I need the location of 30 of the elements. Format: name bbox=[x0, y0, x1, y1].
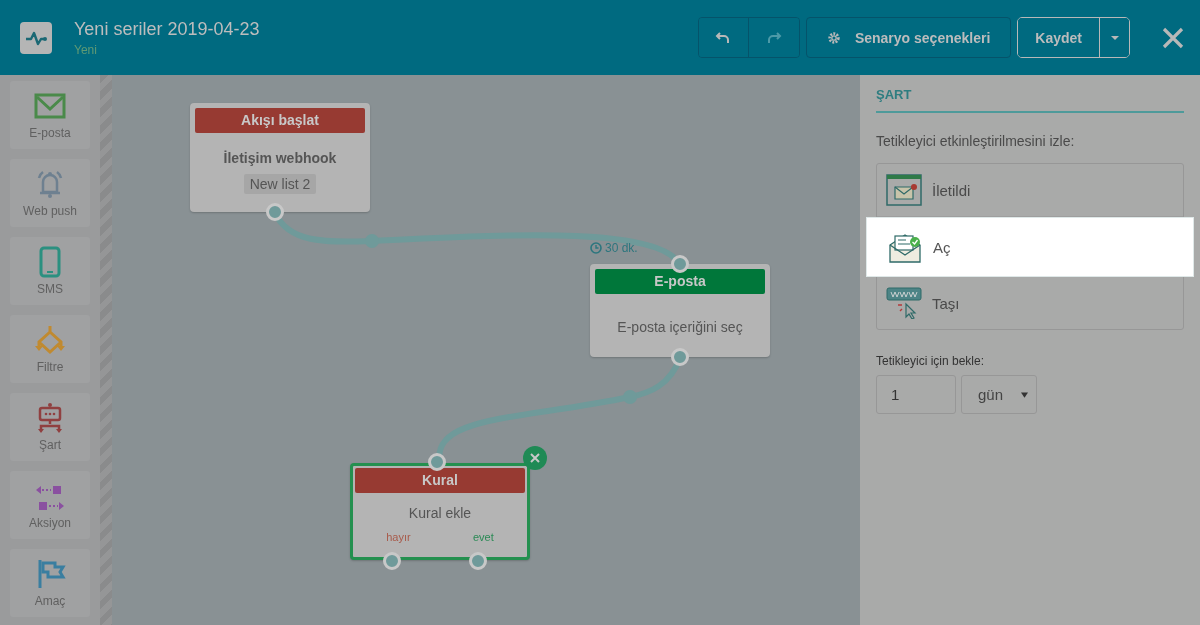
prompt-text: Tetikleyici etkinleştirilmesini izle: bbox=[876, 133, 1076, 149]
node-header: Akışı başlat bbox=[195, 108, 365, 133]
scenario-status: Yeni bbox=[74, 42, 98, 57]
delay-label: 30 dk. bbox=[605, 241, 638, 255]
trigger-option[interactable]: Taşı bbox=[877, 277, 1183, 329]
toolbox-item[interactable]: Aksiyon bbox=[10, 471, 90, 539]
scenario-options-button[interactable]: Senaryo seçenekleri bbox=[805, 17, 1012, 58]
toolbox-item[interactable]: SMS bbox=[10, 237, 90, 305]
toolbox-item[interactable]: Filtre bbox=[10, 315, 90, 383]
node-content: Kural ekle bbox=[408, 505, 472, 521]
wait-label: Tetikleyici için bekle: bbox=[876, 354, 986, 368]
wait-input[interactable]: 1 bbox=[876, 375, 956, 414]
unit-dropdown[interactable]: gün bbox=[961, 375, 1037, 414]
node-content: E-posta içeriğini seç bbox=[617, 319, 743, 335]
scenario-title: Yeni seriler 2019-04-23 bbox=[74, 18, 260, 40]
flow-node[interactable]: E-posta E-posta içeriğini seç bbox=[590, 264, 770, 357]
toolbox-item[interactable]: E-posta bbox=[10, 81, 90, 149]
trigger-option[interactable]: Aç bbox=[866, 217, 1194, 277]
node-header: Kural bbox=[355, 468, 525, 493]
toolbox-item[interactable]: Web push bbox=[10, 159, 90, 227]
node-trigger: İletişim webhook bbox=[223, 150, 337, 166]
flow-node[interactable]: Akışı başlat İletişim webhook New list 2 bbox=[190, 103, 370, 212]
section-title: ŞART bbox=[876, 87, 1184, 113]
toolbox-item[interactable]: Şart bbox=[10, 393, 90, 461]
list-tag: New list 2 bbox=[243, 174, 317, 194]
flow-node[interactable]: Kural Kural ekle hayır evet bbox=[350, 463, 530, 560]
branch-label: hayır bbox=[386, 531, 411, 543]
toolbox-item[interactable]: Amaç bbox=[10, 549, 90, 617]
branch-label: evet bbox=[473, 531, 494, 543]
node-header: E-posta bbox=[595, 269, 765, 294]
